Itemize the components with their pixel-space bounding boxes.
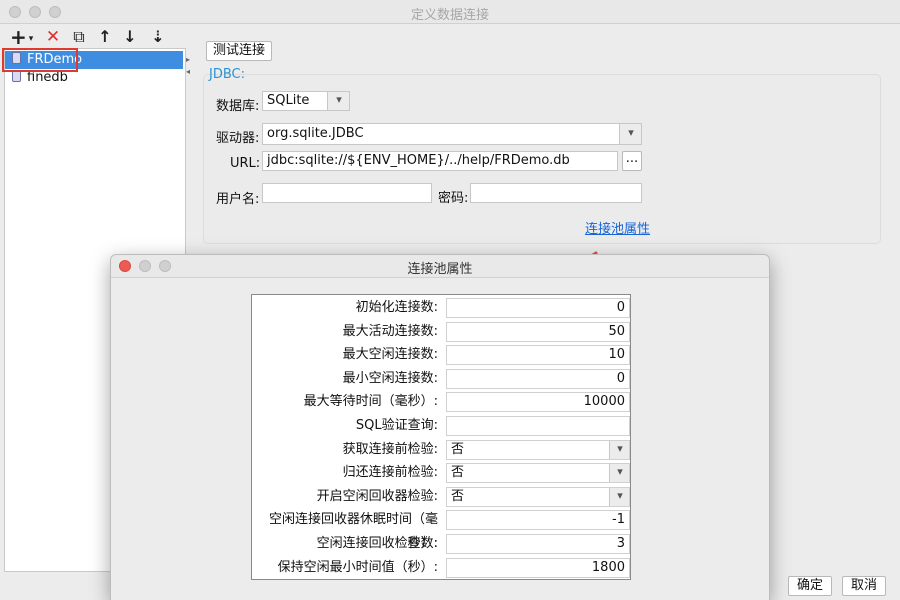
url-input[interactable]: jdbc:sqlite://${ENV_HOME}/../help/FRDemo… — [262, 151, 618, 171]
pool-property-row: 保持空闲最小时间值（秒）: 1800 — [252, 556, 630, 580]
pool-property-label: 最小空闲连接数: — [342, 370, 438, 386]
pool-property-input[interactable]: 3 — [446, 534, 630, 554]
pool-property-row: 最大活动连接数: 50 — [252, 320, 630, 344]
window-title: 定义数据连接 — [410, 8, 489, 23]
add-icon[interactable]: + — [10, 27, 27, 47]
pool-property-select[interactable]: 否 ▾ — [446, 463, 630, 484]
chevron-down-icon: ▾ — [609, 440, 629, 459]
pool-property-value: 否 — [451, 441, 465, 457]
pool-property-label: 初始化连接数: — [355, 300, 438, 315]
move-up-icon[interactable]: ↑ — [96, 27, 114, 47]
window-titlebar: 定义数据连接 — [0, 0, 900, 24]
username-input[interactable] — [262, 183, 432, 203]
url-label: URL: — [230, 156, 261, 171]
pool-property-select[interactable]: 否 ▾ — [446, 439, 630, 460]
jdbc-group-title: JDBC: — [209, 67, 245, 82]
test-connection-button[interactable]: 测试连接 — [206, 41, 272, 61]
pool-property-value: -1 — [612, 512, 625, 528]
copy-icon[interactable]: ⧉ — [70, 27, 88, 47]
pool-property-value: 0 — [616, 370, 625, 386]
password-input[interactable] — [470, 183, 642, 203]
pool-property-input[interactable]: 0 — [446, 298, 630, 318]
pool-property-row: 最小空闲连接数: 0 — [252, 367, 630, 391]
browse-button[interactable]: ... — [622, 151, 642, 171]
username-label: 用户名: — [216, 192, 260, 207]
database-value: SQLite — [267, 93, 310, 108]
pool-property-input[interactable]: -1 — [446, 510, 630, 531]
move-down-icon[interactable]: ↓ — [121, 27, 139, 47]
dialog-title: 连接池属性 — [407, 262, 473, 277]
database-select[interactable]: SQLite ▾ — [262, 91, 350, 111]
password-label: 密码: — [438, 191, 469, 206]
add-dropdown-icon[interactable]: ▾ — [26, 29, 36, 49]
pool-property-row: 空闲连接回收检查数: 3 — [252, 532, 630, 556]
pool-property-label: 保持空闲最小时间值（秒）: — [277, 559, 438, 575]
chevron-down-icon: ▾ — [609, 487, 629, 506]
connection-pool-link[interactable]: 连接池属性 — [585, 218, 650, 237]
driver-label: 驱动器: — [216, 131, 260, 146]
pool-property-label: 最大等待时间（毫秒）: — [303, 394, 438, 410]
pool-property-input[interactable]: 50 — [446, 321, 630, 342]
pool-property-label: 空闲连接回收检查数: — [316, 536, 438, 551]
pool-property-input[interactable] — [446, 416, 630, 436]
pool-property-label: 归还连接前检验: — [342, 465, 438, 481]
pool-property-row: 获取连接前检验: 否 ▾ — [252, 438, 630, 462]
pool-property-label: SQL验证查询: — [355, 418, 438, 433]
pool-property-select[interactable]: 否 ▾ — [446, 486, 630, 507]
pool-property-row: 最大空闲连接数: 10 — [252, 343, 630, 367]
pool-property-value: 10 — [608, 347, 625, 363]
delete-icon[interactable]: ✕ — [44, 27, 62, 47]
driver-value: org.sqlite.JDBC — [267, 126, 364, 141]
pool-property-label: 最大活动连接数: — [342, 323, 438, 339]
pool-property-value: 否 — [451, 465, 465, 481]
pool-property-value: 3 — [616, 536, 625, 551]
chevron-down-icon: ▾ — [609, 464, 629, 483]
pool-properties-table: 初始化连接数: 0 最大活动连接数: 50 最大空闲连接数: 10 最小空闲连接数: 0 最大等… — [251, 294, 631, 580]
pool-property-input[interactable]: 0 — [446, 368, 630, 389]
database-label: 数据库: — [216, 99, 260, 114]
pool-property-row: 空闲连接回收器休眠时间（毫秒）: -1 — [252, 508, 630, 552]
connection-pool-dialog: 连接池属性 初始化连接数: 0 最大活动连接数: 50 最大空闲连接数: 10 最小空闲连接… — [110, 254, 770, 600]
dialog-titlebar: 连接池属性 — [111, 255, 769, 278]
pool-property-label: 开启空闲回收器检验: — [316, 488, 438, 504]
pool-property-value: 否 — [451, 488, 465, 504]
pool-property-label: 获取连接前检验: — [342, 441, 438, 457]
pool-property-input[interactable]: 10000 — [446, 392, 630, 413]
pool-property-value: 1800 — [591, 559, 625, 575]
pool-property-row: 最大等待时间（毫秒）: 10000 — [252, 390, 630, 414]
pool-property-value: 0 — [616, 300, 625, 315]
pool-property-label: 最大空闲连接数: — [342, 347, 438, 363]
driver-select[interactable]: org.sqlite.JDBC ▾ — [262, 123, 642, 145]
pool-property-input[interactable]: 10 — [446, 345, 630, 366]
pool-property-label: 空闲连接回收器休眠时间（毫秒）: — [268, 512, 438, 552]
pool-property-row: 初始化连接数: 0 — [252, 296, 630, 320]
pool-property-row: 归还连接前检验: 否 ▾ — [252, 461, 630, 485]
pool-property-row: 开启空闲回收器检验: 否 ▾ — [252, 485, 630, 509]
pool-property-row: SQL验证查询: — [252, 414, 630, 438]
cancel-button[interactable]: 取消 — [842, 576, 886, 596]
selection-annotation-box — [2, 48, 78, 72]
connection-toolbar: + ▾ ✕ ⧉ ↑ ↓ ⇣ — [0, 25, 190, 49]
pool-property-value: 10000 — [583, 394, 625, 410]
ok-button[interactable]: 确定 — [788, 576, 832, 596]
chevron-down-icon: ▾ — [327, 92, 349, 110]
pool-property-value: 50 — [608, 323, 625, 339]
chevron-down-icon: ▾ — [619, 124, 641, 144]
connection-name: finedb — [27, 70, 68, 85]
pool-property-input[interactable]: 1800 — [446, 557, 630, 578]
sort-icon[interactable]: ⇣ — [147, 27, 169, 47]
